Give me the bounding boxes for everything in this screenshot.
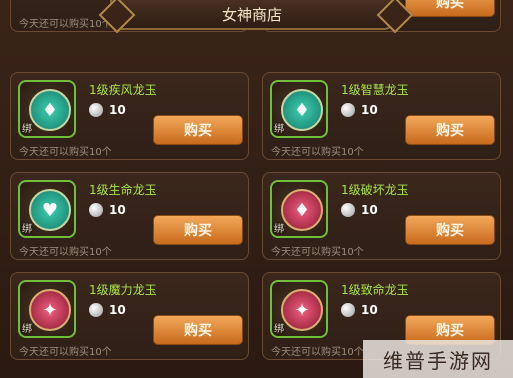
wind-jade-icon: ♦ — [29, 89, 71, 131]
shop-item-card: ♦ 绑 1级智慧龙玉 10 购买 今天还可以购买10个 — [262, 72, 501, 160]
buy-button[interactable]: 购买 — [153, 215, 243, 245]
magic-jade-icon: ✦ — [29, 289, 71, 331]
item-icon-frame[interactable]: ✦ 绑 — [270, 280, 328, 338]
item-name: 1级智慧龙玉 — [341, 83, 409, 97]
bind-label: 绑 — [274, 224, 284, 235]
purchase-limit-text: 今天还可以购买10个 — [19, 147, 112, 158]
bind-label: 绑 — [22, 324, 32, 335]
item-icon-frame[interactable]: ♥ 绑 — [18, 180, 76, 238]
pearl-currency-icon — [341, 103, 355, 117]
life-jade-icon: ♥ — [29, 189, 71, 231]
wisdom-jade-icon: ♦ — [281, 89, 323, 131]
purchase-limit-text: 今天还可以购买10个 — [19, 347, 112, 358]
pearl-currency-icon — [89, 303, 103, 317]
item-icon-frame[interactable]: ♦ 绑 — [270, 80, 328, 138]
item-name: 1级生命龙玉 — [89, 183, 157, 197]
buy-button[interactable]: 购买 — [405, 0, 495, 17]
shop-title-bar: 女神商店 — [110, 0, 394, 30]
price-value: 10 — [109, 203, 126, 217]
shop-item-card: ♦ 绑 1级破坏龙玉 10 购买 今天还可以购买10个 — [262, 172, 501, 260]
pearl-currency-icon — [341, 203, 355, 217]
purchase-limit-text: 今天还可以购买10个 — [19, 247, 112, 258]
bind-label: 绑 — [22, 124, 32, 135]
buy-button[interactable]: 购买 — [153, 115, 243, 145]
buy-button[interactable]: 购买 — [405, 215, 495, 245]
buy-button[interactable]: 购买 — [153, 315, 243, 345]
item-name: 1级魔力龙玉 — [89, 283, 157, 297]
item-icon-frame[interactable]: ♦ 绑 — [270, 180, 328, 238]
bind-label: 绑 — [274, 324, 284, 335]
shop-item-card: ♥ 绑 1级生命龙玉 10 购买 今天还可以购买10个 — [10, 172, 249, 260]
site-watermark: 维普手游网 — [363, 340, 513, 378]
shop-window: 购买 今天还可以购买10个 购买 今天还可以购买10个 女神商店 ♦ 绑 1级疾… — [0, 0, 513, 378]
item-name: 1级疾风龙玉 — [89, 83, 157, 97]
item-price: 10 — [89, 203, 126, 217]
shop-item-card: ✦ 绑 1级魔力龙玉 10 购买 今天还可以购买10个 — [10, 272, 249, 360]
price-value: 10 — [361, 203, 378, 217]
item-price: 10 — [341, 203, 378, 217]
destruction-jade-icon: ♦ — [281, 189, 323, 231]
pearl-currency-icon — [341, 303, 355, 317]
price-value: 10 — [361, 103, 378, 117]
buy-button[interactable]: 购买 — [405, 115, 495, 145]
fatal-jade-icon: ✦ — [281, 289, 323, 331]
item-icon-frame[interactable]: ✦ 绑 — [18, 280, 76, 338]
bind-label: 绑 — [22, 224, 32, 235]
bind-label: 绑 — [274, 124, 284, 135]
purchase-limit-text: 今天还可以购买10个 — [271, 147, 364, 158]
item-icon-frame[interactable]: ♦ 绑 — [18, 80, 76, 138]
item-name: 1级破坏龙玉 — [341, 183, 409, 197]
purchase-limit-text: 今天还可以购买10个 — [19, 19, 112, 30]
price-value: 10 — [109, 103, 126, 117]
item-price: 10 — [341, 103, 378, 117]
shop-title: 女神商店 — [221, 5, 282, 24]
item-price: 10 — [89, 303, 126, 317]
item-name: 1级致命龙玉 — [341, 283, 409, 297]
item-price: 10 — [341, 303, 378, 317]
watermark-text: 维普手游网 — [383, 348, 493, 373]
price-value: 10 — [361, 303, 378, 317]
price-value: 10 — [109, 303, 126, 317]
pearl-currency-icon — [89, 203, 103, 217]
shop-item-card: ♦ 绑 1级疾风龙玉 10 购买 今天还可以购买10个 — [10, 72, 249, 160]
pearl-currency-icon — [89, 103, 103, 117]
purchase-limit-text: 今天还可以购买10个 — [271, 347, 364, 358]
item-price: 10 — [89, 103, 126, 117]
purchase-limit-text: 今天还可以购买10个 — [271, 247, 364, 258]
